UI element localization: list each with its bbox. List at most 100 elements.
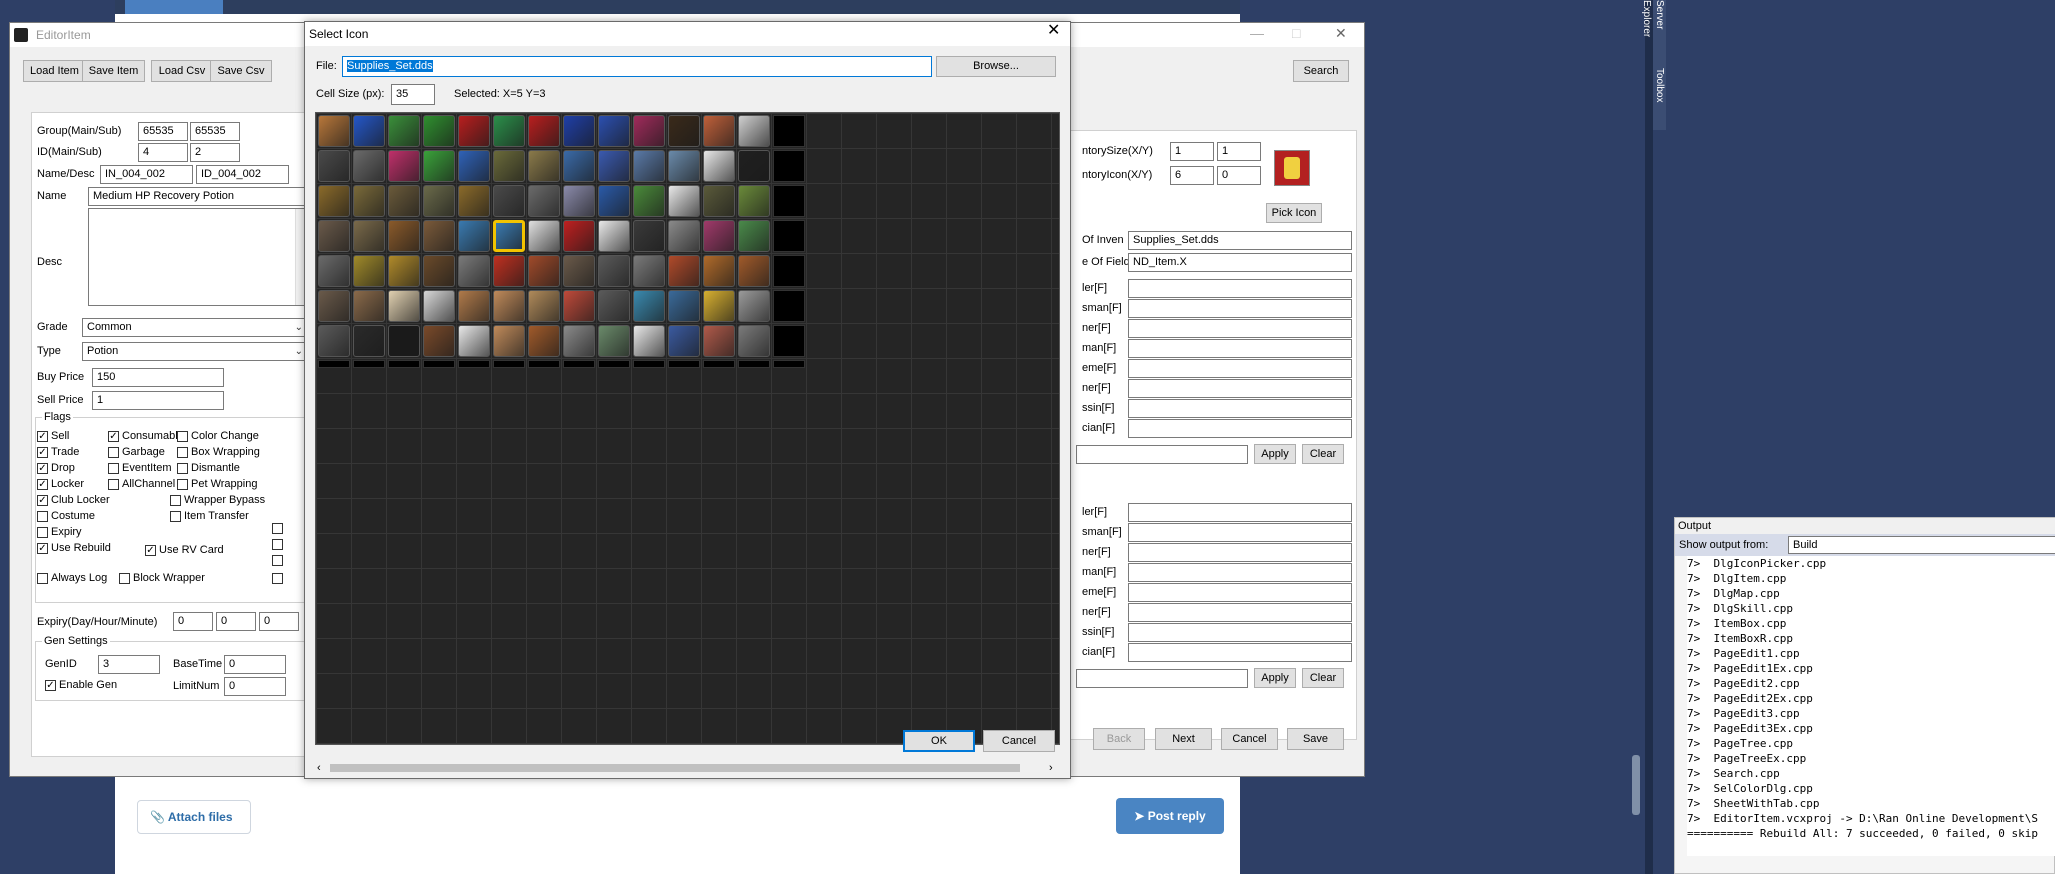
flag-checkbox[interactable] (108, 447, 119, 458)
browse-button[interactable]: Browse... (936, 56, 1056, 77)
icon-cell[interactable] (318, 150, 350, 182)
close-icon[interactable]: ✕ (1335, 26, 1347, 40)
id-sub-field[interactable]: 2 (190, 143, 240, 162)
icon-cell[interactable] (703, 325, 735, 357)
icon-cell[interactable] (703, 255, 735, 287)
icon-cell[interactable] (493, 325, 525, 357)
icon-cell[interactable] (493, 150, 525, 182)
flag-checkbox[interactable] (108, 479, 119, 490)
class-row-field[interactable] (1128, 543, 1352, 562)
flag-checkbox[interactable] (177, 447, 188, 458)
icon-cell-empty[interactable] (773, 150, 805, 182)
field-file-field[interactable]: ND_Item.X (1128, 253, 1352, 272)
icon-cell[interactable] (563, 325, 595, 357)
apply-button-b[interactable]: Apply (1254, 668, 1296, 688)
icon-cell[interactable] (598, 115, 630, 147)
type-select[interactable]: Potion ⌄ (82, 342, 308, 361)
icon-cell[interactable] (318, 290, 350, 322)
icon-cell[interactable] (493, 255, 525, 287)
icon-cell[interactable] (598, 325, 630, 357)
save-item-button[interactable]: Save Item (82, 60, 145, 82)
group-main-field[interactable]: 65535 (138, 122, 188, 141)
class-row-field[interactable] (1128, 379, 1352, 398)
icon-cell-empty[interactable] (598, 360, 630, 368)
icon-cell[interactable] (668, 325, 700, 357)
desc-key-field[interactable]: ID_004_002 (196, 165, 289, 184)
icon-cell[interactable] (353, 220, 385, 252)
icon-cell[interactable] (738, 185, 770, 217)
search-button[interactable]: Search (1293, 60, 1349, 82)
next-button[interactable]: Next (1155, 728, 1212, 750)
flag-checkbox[interactable]: ✓ (37, 447, 48, 458)
icon-cell[interactable] (458, 325, 490, 357)
extra-flag-checkbox[interactable] (272, 573, 283, 584)
icon-cell[interactable] (353, 150, 385, 182)
scroll-right-icon[interactable]: › (1049, 761, 1053, 775)
class-row-field[interactable] (1128, 583, 1352, 602)
icon-cell-empty[interactable] (388, 360, 420, 368)
icon-cell[interactable] (318, 255, 350, 287)
cell-size-field[interactable]: 35 (391, 84, 435, 105)
expiry-hour-field[interactable]: 0 (216, 612, 256, 631)
icon-cell[interactable] (353, 255, 385, 287)
icon-cell[interactable] (703, 185, 735, 217)
flag-checkbox[interactable] (177, 479, 188, 490)
icon-cell[interactable] (563, 185, 595, 217)
limitnum-field[interactable]: 0 (224, 677, 286, 696)
class-row-field[interactable] (1128, 523, 1352, 542)
icon-cell[interactable] (668, 185, 700, 217)
extra-flag-checkbox[interactable] (272, 539, 283, 550)
pick-icon-button[interactable]: Pick Icon (1266, 203, 1322, 223)
icon-cell[interactable] (423, 150, 455, 182)
grade-select[interactable]: Common ⌄ (82, 318, 308, 337)
buy-price-field[interactable]: 150 (92, 368, 224, 387)
icon-cell-empty[interactable] (423, 360, 455, 368)
flag-checkbox[interactable]: ✓ (145, 545, 156, 556)
post-reply-button[interactable]: ➤ Post reply (1116, 798, 1224, 834)
flag-checkbox[interactable] (37, 511, 48, 522)
group-sub-field[interactable]: 65535 (190, 122, 240, 141)
class-row-field[interactable] (1128, 299, 1352, 318)
icon-cell[interactable] (668, 290, 700, 322)
icon-cell[interactable] (388, 325, 420, 357)
icon-cell[interactable] (458, 185, 490, 217)
back-button[interactable]: Back (1093, 728, 1145, 750)
icon-cell[interactable] (738, 150, 770, 182)
icon-cell[interactable] (528, 115, 560, 147)
attach-files-button[interactable]: 📎 Attach files (137, 800, 251, 834)
class-row-field[interactable] (1128, 563, 1352, 582)
save-button[interactable]: Save (1287, 728, 1344, 750)
icon-cell[interactable] (598, 150, 630, 182)
icon-cell[interactable] (598, 290, 630, 322)
minimize-icon[interactable]: — (1250, 26, 1264, 40)
genid-field[interactable]: 3 (98, 655, 160, 674)
icon-cell[interactable] (668, 255, 700, 287)
maximize-icon[interactable]: □ (1292, 26, 1300, 40)
icon-grid[interactable] (315, 112, 1060, 745)
flag-checkbox[interactable]: ✓ (37, 543, 48, 554)
icon-cell[interactable] (458, 220, 490, 252)
icon-cell-empty[interactable] (773, 360, 805, 368)
icon-cell[interactable] (493, 290, 525, 322)
icon-cell[interactable] (458, 255, 490, 287)
flag-checkbox[interactable] (170, 495, 181, 506)
id-main-field[interactable]: 4 (138, 143, 188, 162)
class-row-field[interactable] (1128, 503, 1352, 522)
icon-cell[interactable] (738, 255, 770, 287)
icon-cell[interactable] (738, 115, 770, 147)
extra-flag-checkbox[interactable] (272, 555, 283, 566)
flag-checkbox[interactable] (119, 573, 130, 584)
load-csv-button[interactable]: Load Csv (151, 60, 213, 82)
flag-checkbox[interactable]: ✓ (37, 495, 48, 506)
icon-cell[interactable] (738, 220, 770, 252)
icon-cell-empty[interactable] (773, 115, 805, 147)
icon-cell[interactable] (388, 220, 420, 252)
icon-cell[interactable] (423, 115, 455, 147)
icon-cell[interactable] (493, 185, 525, 217)
cancel-button[interactable]: Cancel (1221, 728, 1278, 750)
icon-cell-empty[interactable] (633, 360, 665, 368)
icon-cell[interactable] (633, 325, 665, 357)
icon-cell[interactable] (598, 185, 630, 217)
icon-cell[interactable] (353, 290, 385, 322)
icon-cell-empty[interactable] (458, 360, 490, 368)
